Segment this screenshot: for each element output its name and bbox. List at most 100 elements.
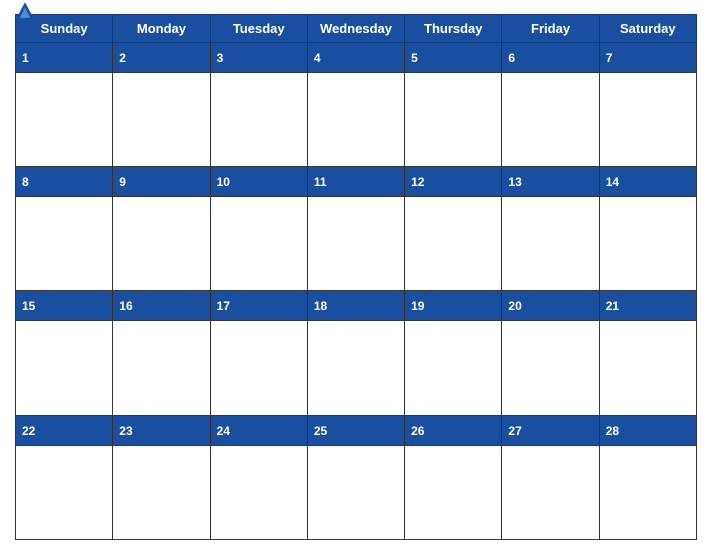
day-number-5: 5 <box>411 51 418 65</box>
day-header-monday: Monday <box>113 15 210 43</box>
content-cell-week4-day2 <box>210 445 307 539</box>
logo-icon <box>15 1 35 19</box>
content-cell-week4-day0 <box>16 445 113 539</box>
content-cell-week1-day3 <box>307 72 404 166</box>
content-cell-week1-day0 <box>16 72 113 166</box>
content-cell-week3-day1 <box>113 321 210 415</box>
date-cell-28: 28 <box>599 415 696 445</box>
date-row-3: 15 16 17 18 19 20 21 <box>16 291 697 321</box>
date-cell-17: 17 <box>210 291 307 321</box>
content-cell-week4-day5 <box>502 445 599 539</box>
content-cell-week2-day0 <box>16 197 113 291</box>
day-number-17: 17 <box>217 299 230 313</box>
day-number-25: 25 <box>314 424 327 438</box>
date-row-4: 22 23 24 25 26 27 28 <box>16 415 697 445</box>
day-number-15: 15 <box>22 299 35 313</box>
date-cell-21: 21 <box>599 291 696 321</box>
content-cell-week4-day6 <box>599 445 696 539</box>
content-cell-week1-day2 <box>210 72 307 166</box>
content-cell-week1-day4 <box>405 72 502 166</box>
day-number-23: 23 <box>119 424 132 438</box>
day-number-27: 27 <box>508 424 521 438</box>
content-cell-week4-day1 <box>113 445 210 539</box>
date-cell-23: 23 <box>113 415 210 445</box>
date-cell-4: 4 <box>307 43 404 73</box>
content-row-2 <box>16 197 697 291</box>
date-cell-22: 22 <box>16 415 113 445</box>
days-header-row: SundayMondayTuesdayWednesdayThursdayFrid… <box>16 15 697 43</box>
content-cell-week1-day6 <box>599 72 696 166</box>
content-cell-week2-day1 <box>113 197 210 291</box>
date-row-1: 1 2 3 4 5 6 7 <box>16 43 697 73</box>
day-number-6: 6 <box>508 51 515 65</box>
day-number-18: 18 <box>314 299 327 313</box>
day-number-9: 9 <box>119 175 126 189</box>
date-row-2: 8 9 10 11 12 13 14 <box>16 167 697 197</box>
content-cell-week4-day4 <box>405 445 502 539</box>
date-cell-1: 1 <box>16 43 113 73</box>
content-cell-week1-day1 <box>113 72 210 166</box>
date-cell-16: 16 <box>113 291 210 321</box>
date-cell-14: 14 <box>599 167 696 197</box>
date-cell-25: 25 <box>307 415 404 445</box>
day-header-tuesday: Tuesday <box>210 15 307 43</box>
date-cell-12: 12 <box>405 167 502 197</box>
date-cell-11: 11 <box>307 167 404 197</box>
date-cell-2: 2 <box>113 43 210 73</box>
day-number-10: 10 <box>217 175 230 189</box>
day-number-21: 21 <box>606 299 619 313</box>
day-header-wednesday: Wednesday <box>307 15 404 43</box>
content-cell-week3-day3 <box>307 321 404 415</box>
day-number-7: 7 <box>606 51 613 65</box>
date-cell-10: 10 <box>210 167 307 197</box>
content-cell-week3-day4 <box>405 321 502 415</box>
date-cell-5: 5 <box>405 43 502 73</box>
content-cell-week4-day3 <box>307 445 404 539</box>
date-cell-26: 26 <box>405 415 502 445</box>
content-cell-week2-day3 <box>307 197 404 291</box>
date-cell-13: 13 <box>502 167 599 197</box>
day-header-friday: Friday <box>502 15 599 43</box>
content-row-1 <box>16 72 697 166</box>
date-cell-27: 27 <box>502 415 599 445</box>
day-header-saturday: Saturday <box>599 15 696 43</box>
content-cell-week3-day0 <box>16 321 113 415</box>
date-cell-20: 20 <box>502 291 599 321</box>
content-cell-week2-day4 <box>405 197 502 291</box>
day-number-3: 3 <box>217 51 224 65</box>
day-number-22: 22 <box>22 424 35 438</box>
day-number-20: 20 <box>508 299 521 313</box>
date-cell-9: 9 <box>113 167 210 197</box>
day-number-28: 28 <box>606 424 619 438</box>
day-number-24: 24 <box>217 424 230 438</box>
logo <box>15 1 39 19</box>
content-cell-week3-day2 <box>210 321 307 415</box>
date-cell-7: 7 <box>599 43 696 73</box>
day-number-13: 13 <box>508 175 521 189</box>
date-cell-19: 19 <box>405 291 502 321</box>
content-cell-week3-day6 <box>599 321 696 415</box>
content-cell-week2-day5 <box>502 197 599 291</box>
day-number-11: 11 <box>314 175 327 189</box>
day-number-1: 1 <box>22 51 29 65</box>
date-cell-3: 3 <box>210 43 307 73</box>
content-row-3 <box>16 321 697 415</box>
day-header-thursday: Thursday <box>405 15 502 43</box>
calendar-table: SundayMondayTuesdayWednesdayThursdayFrid… <box>15 14 697 540</box>
date-cell-24: 24 <box>210 415 307 445</box>
content-cell-week1-day5 <box>502 72 599 166</box>
day-number-16: 16 <box>119 299 132 313</box>
content-cell-week3-day5 <box>502 321 599 415</box>
day-number-19: 19 <box>411 299 424 313</box>
day-number-4: 4 <box>314 51 321 65</box>
date-cell-8: 8 <box>16 167 113 197</box>
date-cell-6: 6 <box>502 43 599 73</box>
content-cell-week2-day2 <box>210 197 307 291</box>
day-number-12: 12 <box>411 175 424 189</box>
day-number-14: 14 <box>606 175 619 189</box>
day-number-2: 2 <box>119 51 126 65</box>
day-number-26: 26 <box>411 424 424 438</box>
date-cell-18: 18 <box>307 291 404 321</box>
date-cell-15: 15 <box>16 291 113 321</box>
day-number-8: 8 <box>22 175 29 189</box>
